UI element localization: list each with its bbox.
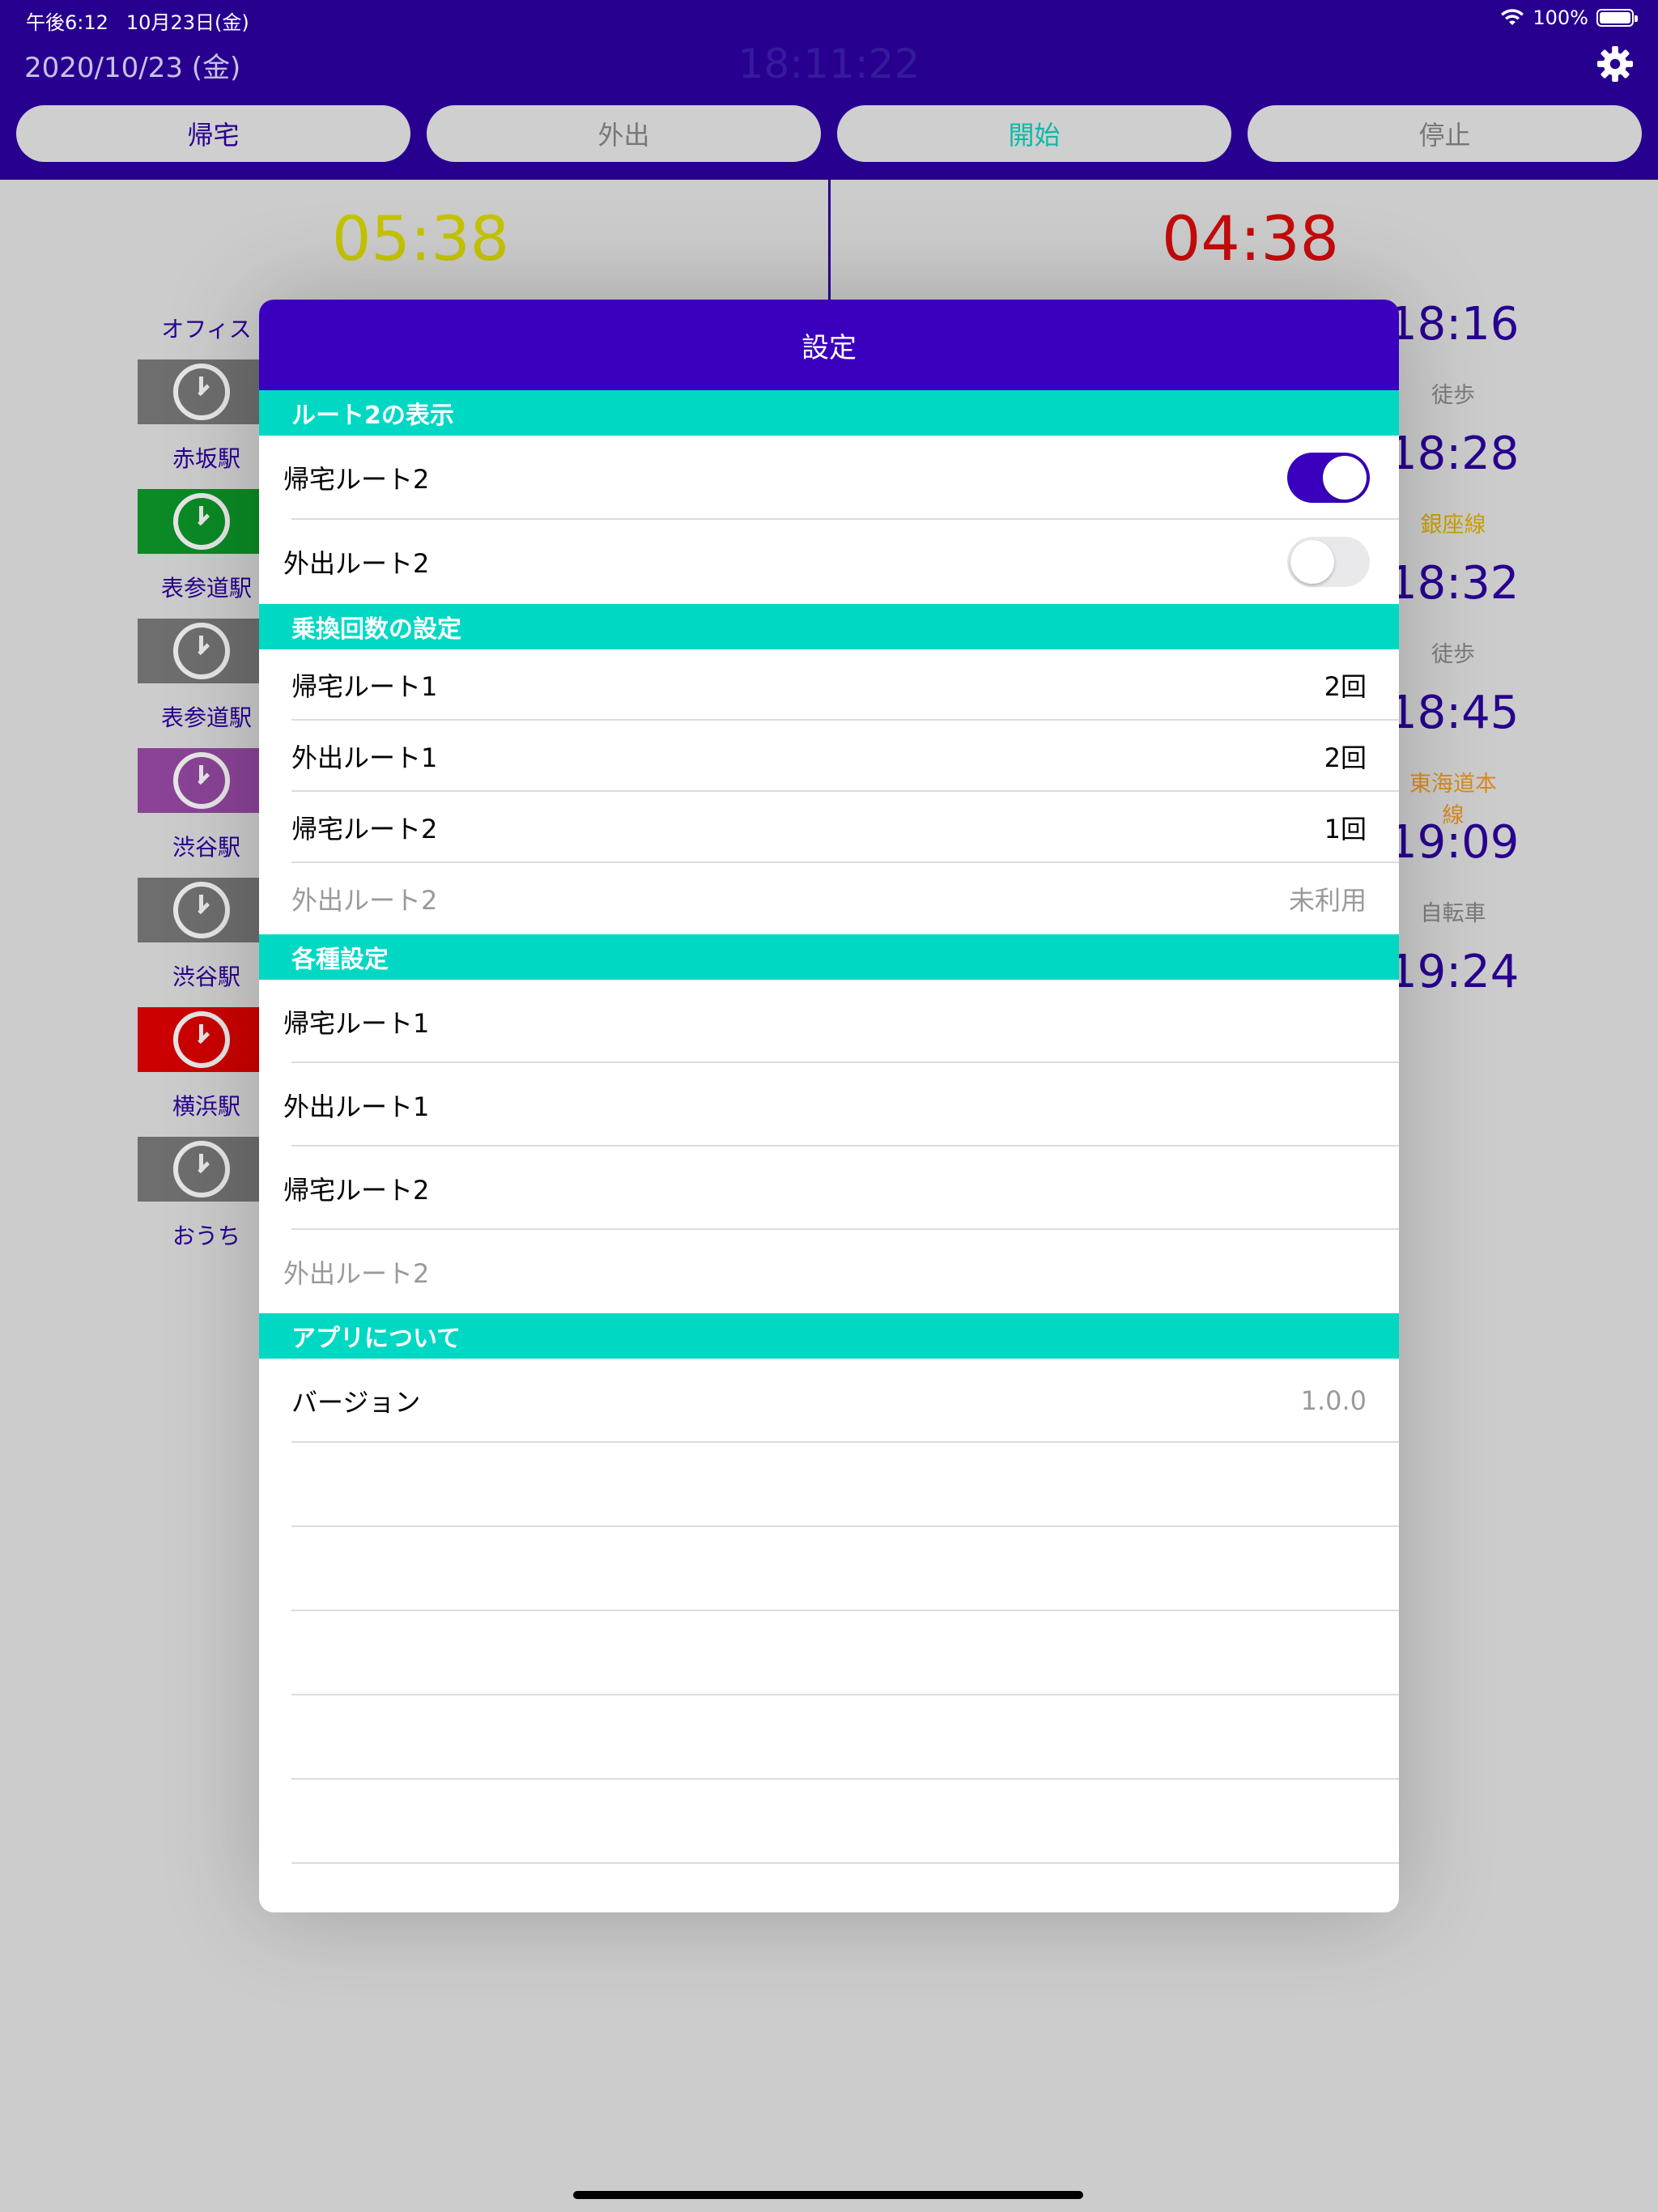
arrival-time: 19:09 xyxy=(1388,816,1520,869)
route-segment xyxy=(138,1007,259,1072)
transfer-row-out-route1[interactable]: 外出ルート1 2回 xyxy=(259,721,1399,792)
home-button[interactable]: 帰宅 xyxy=(16,105,410,162)
row-label: 外出ルート1 xyxy=(291,742,438,773)
battery-icon xyxy=(1596,9,1638,27)
empty-row xyxy=(259,1527,1399,1611)
clock-icon xyxy=(173,1141,230,1197)
route2-timer: 04:38 xyxy=(1162,202,1340,274)
version-value: 1.0.0 xyxy=(1300,1385,1367,1416)
clock-icon xyxy=(173,752,230,809)
row-label: 外出ルート2 xyxy=(283,1257,430,1289)
settings-row-out-route2: 外出ルート2 xyxy=(259,1230,1399,1313)
arrival-time: 18:16 xyxy=(1388,298,1520,351)
transport-mode: 自転車 xyxy=(1420,901,1486,926)
wifi-icon xyxy=(1501,9,1524,25)
section-header-settings: 各種設定 xyxy=(259,934,1399,980)
section-header-route2-display: ルート2の表示 xyxy=(259,390,1399,436)
clock-icon xyxy=(173,364,230,420)
empty-row xyxy=(259,1611,1399,1695)
row-value: 2回 xyxy=(1324,671,1367,702)
row-value: 未利用 xyxy=(1288,885,1367,916)
settings-modal: 設定 ルート2の表示 帰宅ルート2 外出ルート2 乗換回数の設定 帰宅ルート1 … xyxy=(259,300,1399,1912)
center-divider xyxy=(828,180,831,301)
status-time: 午後6:12 xyxy=(26,11,108,34)
empty-row xyxy=(259,1695,1399,1780)
route-segment xyxy=(138,359,259,424)
clock-icon xyxy=(173,1011,230,1068)
route-segment xyxy=(138,1137,259,1202)
transport-mode: 徒歩 xyxy=(1431,642,1475,667)
row-label: 外出ルート2 xyxy=(291,885,438,916)
settings-row-out-route2-display: 外出ルート2 xyxy=(259,520,1399,604)
route-segment xyxy=(138,748,259,813)
arrival-time: 19:24 xyxy=(1388,946,1520,998)
settings-row-home-route2[interactable]: 帰宅ルート2 xyxy=(259,1146,1399,1230)
current-clock: 18:11:22 xyxy=(738,40,920,87)
home-route2-toggle[interactable] xyxy=(1287,453,1370,503)
settings-row-home-route2-display: 帰宅ルート2 xyxy=(259,436,1399,520)
row-label: 帰宅ルート2 xyxy=(283,1174,430,1206)
empty-row xyxy=(259,1443,1399,1527)
outing-button[interactable]: 外出 xyxy=(427,105,821,162)
row-label: 帰宅ルート2 xyxy=(291,814,438,844)
transport-mode: 銀座線 xyxy=(1420,513,1486,538)
section-header-about: アプリについて xyxy=(259,1313,1399,1359)
status-date: 10月23日(金) xyxy=(125,11,249,34)
arrival-time: 18:32 xyxy=(1388,557,1520,610)
row-label: 外出ルート1 xyxy=(283,1091,430,1122)
arrival-time: 18:28 xyxy=(1388,428,1520,480)
settings-row-home-route1[interactable]: 帰宅ルート1 xyxy=(259,980,1399,1063)
route1-timer: 05:38 xyxy=(332,202,510,274)
start-button[interactable]: 開始 xyxy=(837,105,1231,162)
gear-icon[interactable] xyxy=(1596,45,1634,83)
clock-icon xyxy=(173,623,230,679)
route-segment xyxy=(138,489,259,554)
transfer-row-home-route2[interactable]: 帰宅ルート2 1回 xyxy=(259,792,1399,863)
row-label: 帰宅ルート1 xyxy=(283,1007,430,1039)
battery-percent: 100% xyxy=(1533,6,1588,29)
out-route2-toggle[interactable] xyxy=(1287,537,1370,587)
row-value: 1回 xyxy=(1324,814,1367,844)
mode-button-bar: 帰宅 外出 開始 停止 xyxy=(16,105,1642,162)
transport-mode: 徒歩 xyxy=(1431,383,1475,408)
status-bar-left: 午後6:12 10月23日(金) xyxy=(26,6,267,35)
transfer-row-home-route1[interactable]: 帰宅ルート1 2回 xyxy=(259,649,1399,721)
route-segment xyxy=(138,619,259,683)
arrival-time: 18:45 xyxy=(1388,687,1520,739)
row-label: 帰宅ルート1 xyxy=(291,671,438,702)
status-bar-right: 100% xyxy=(1500,6,1638,29)
transfer-row-out-route2: 外出ルート2 未利用 xyxy=(259,863,1399,934)
home-indicator[interactable] xyxy=(573,2191,1083,2199)
about-row-version: バージョン 1.0.0 xyxy=(259,1359,1399,1443)
row-label: バージョン xyxy=(291,1387,421,1418)
app-header: 午後6:12 10月23日(金) 100% 2020/10/23 (金) 18:1… xyxy=(0,0,1658,180)
row-label: 帰宅ルート2 xyxy=(283,464,430,495)
clock-icon xyxy=(173,493,230,550)
empty-row xyxy=(259,1780,1399,1864)
modal-title: 設定 xyxy=(259,300,1399,390)
section-header-transfers: 乗換回数の設定 xyxy=(259,604,1399,649)
settings-row-out-route1[interactable]: 外出ルート1 xyxy=(259,1063,1399,1146)
stop-button[interactable]: 停止 xyxy=(1248,105,1642,162)
route-segment xyxy=(138,878,259,942)
row-value: 2回 xyxy=(1324,742,1367,773)
row-label: 外出ルート2 xyxy=(283,548,430,579)
clock-icon xyxy=(173,882,230,938)
